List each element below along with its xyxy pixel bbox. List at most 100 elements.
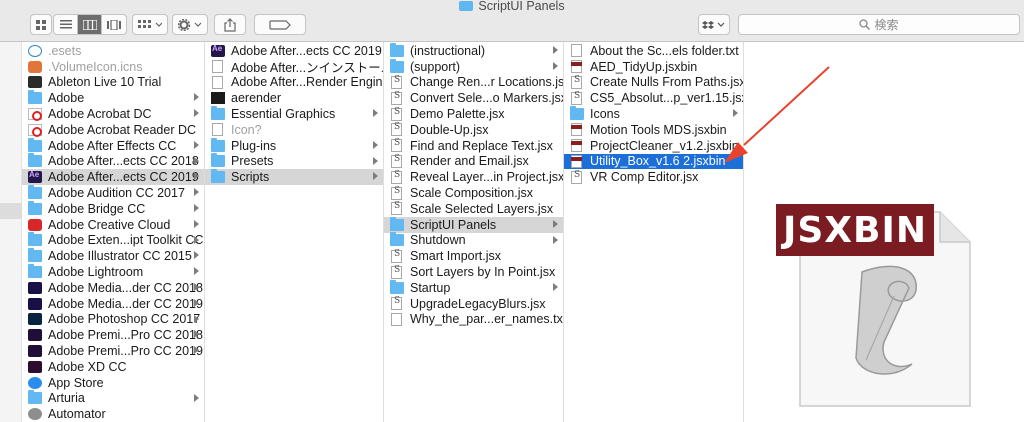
view-list-button[interactable]	[54, 15, 78, 34]
folder-icon	[211, 106, 225, 121]
chevron-right-icon	[194, 235, 199, 244]
folder-icon	[390, 42, 404, 57]
tags-button[interactable]	[254, 14, 306, 35]
jsx-icon	[391, 91, 402, 105]
chevron-right-icon	[194, 298, 199, 307]
list-item[interactable]: Icons	[564, 106, 743, 122]
group-by-button[interactable]	[132, 14, 168, 35]
list-item[interactable]: Adobe After...ects CC 2019	[22, 169, 204, 186]
chevron-right-icon	[194, 172, 199, 181]
list-item[interactable]: Adobe Bridge CC	[22, 200, 204, 217]
list-item-label: Adobe Bridge CC	[48, 201, 146, 216]
chevron-right-icon	[373, 109, 378, 118]
search-icon	[859, 19, 871, 30]
folder-icon	[570, 106, 584, 121]
list-item[interactable]: .VolumeIcon.icns	[22, 59, 204, 75]
folder-icon	[28, 200, 42, 215]
list-item[interactable]: Adobe Exten...ipt Toolkit CC	[22, 232, 204, 249]
esets-icon	[28, 44, 42, 57]
column-scriptui-panels: About the Sc...els folder.txt AED_TidyUp.…	[564, 42, 744, 422]
list-item[interactable]: Scale Composition.jsx	[384, 185, 563, 201]
list-item[interactable]: App Store	[22, 375, 204, 391]
folder-icon	[28, 248, 42, 263]
list-item[interactable]: Reveal Layer...in Project.jsx	[384, 169, 563, 185]
view-column-button[interactable]	[78, 15, 102, 34]
list-item[interactable]: Plug-ins	[205, 137, 383, 154]
list-item[interactable]: CS5_Absolut...p_ver1.15.jsx	[564, 90, 743, 106]
list-item[interactable]: Demo Palette.jsx	[384, 106, 563, 122]
list-item[interactable]: Scale Selected Layers.jsx	[384, 201, 563, 217]
list-item[interactable]: Find and Replace Text.jsx	[384, 138, 563, 154]
chevron-right-icon	[194, 393, 199, 402]
list-item-label: Adobe	[48, 91, 85, 106]
list-item[interactable]: Icon?	[205, 122, 383, 138]
list-item[interactable]: About the Sc...els folder.txt	[564, 43, 743, 59]
chevron-right-icon	[194, 330, 199, 339]
list-item[interactable]: aerender	[205, 90, 383, 106]
list-item[interactable]: Adobe Premi...Pro CC 2018	[22, 327, 204, 343]
list-item[interactable]: .esets	[22, 43, 204, 59]
list-item[interactable]: Essential Graphics	[205, 106, 383, 122]
list-item[interactable]: Adobe Lightroom	[22, 264, 204, 280]
list-item[interactable]: Shutdown	[384, 232, 563, 249]
list-item[interactable]: (support)	[384, 58, 563, 75]
search-field[interactable]: 検索	[738, 14, 1020, 35]
folder-icon	[28, 90, 42, 105]
list-item[interactable]: Double-Up.jsx	[384, 122, 563, 138]
list-item[interactable]: Startup	[384, 279, 563, 296]
back-button[interactable]	[30, 14, 52, 35]
share-button[interactable]	[214, 14, 246, 35]
chevron-right-icon	[194, 203, 199, 212]
list-item[interactable]: Adobe Acrobat DC	[22, 106, 204, 122]
list-item[interactable]: AED_TidyUp.jsxbin	[564, 59, 743, 75]
list-item[interactable]: Adobe XD CC	[22, 359, 204, 375]
list-item[interactable]: Sort Layers by In Point.jsx	[384, 264, 563, 280]
list-item[interactable]: Adobe Creative Cloud	[22, 217, 204, 233]
list-item[interactable]: Adobe Illustrator CC 2015	[22, 248, 204, 264]
column-scripts: (instructional)(support)Change Ren...r L…	[384, 42, 564, 422]
list-item[interactable]: Adobe After...Render Engine	[205, 75, 383, 91]
list-item[interactable]: Utility_Box_v1.6 2.jsxbin	[564, 153, 743, 170]
list-item[interactable]: Motion Tools MDS.jsxbin	[564, 122, 743, 138]
list-item-label: Adobe Lightroom	[48, 265, 144, 280]
list-item[interactable]: UpgradeLegacyBlurs.jsx	[384, 296, 563, 312]
dropbox-button[interactable]	[698, 14, 730, 35]
list-item[interactable]: Presets	[205, 153, 383, 170]
list-item[interactable]: Smart Import.jsx	[384, 248, 563, 264]
list-item[interactable]: (instructional)	[384, 42, 563, 59]
list-item[interactable]: Adobe	[22, 90, 204, 106]
view-gallery-button[interactable]	[102, 15, 126, 34]
list-item[interactable]: Render and Email.jsx	[384, 154, 563, 170]
list-item[interactable]: ScriptUI Panels	[384, 216, 563, 233]
list-item[interactable]: Adobe Photoshop CC 2017	[22, 312, 204, 328]
chevron-right-icon	[553, 282, 558, 291]
list-item[interactable]: Adobe Premi...Pro CC 2019	[22, 343, 204, 359]
pdf-icon	[28, 108, 42, 122]
list-item[interactable]: Adobe Media...der CC 2019	[22, 296, 204, 312]
list-item-label: Adobe After...ects CC 2018	[48, 154, 199, 169]
list-item[interactable]: Create Nulls From Paths.jsx	[564, 75, 743, 91]
list-item[interactable]: Adobe Acrobat Reader DC	[22, 122, 204, 138]
list-item[interactable]: Arturia	[22, 390, 204, 407]
list-item[interactable]: VR Comp Editor.jsx	[564, 169, 743, 185]
action-menu-button[interactable]	[172, 14, 208, 35]
chevron-right-icon	[553, 61, 558, 70]
list-item[interactable]: Convert Sele...o Markers.jsx	[384, 90, 563, 106]
list-item[interactable]: Adobe After...ンインストール	[205, 59, 383, 75]
list-item[interactable]: Ableton Live 10 Trial	[22, 75, 204, 91]
list-item[interactable]: Automator	[22, 406, 204, 422]
list-item[interactable]: Adobe After Effects CC	[22, 137, 204, 154]
folder-icon	[390, 279, 404, 294]
chevron-right-icon	[553, 219, 558, 228]
list-item[interactable]: ProjectCleaner_v1.2.jsxbin	[564, 138, 743, 154]
list-item-label: Adobe Photoshop CC 2017	[48, 312, 201, 327]
list-item[interactable]: Adobe Audition CC 2017	[22, 185, 204, 201]
list-item[interactable]: Scripts	[205, 169, 383, 186]
list-item[interactable]: Adobe Media...der CC 2018	[22, 280, 204, 296]
sidebar-selected-item[interactable]	[0, 203, 22, 219]
view-mode-control[interactable]	[53, 14, 127, 35]
list-item[interactable]: Adobe After...ects CC 2018	[22, 153, 204, 170]
list-item[interactable]: Change Ren...r Locations.jsx	[384, 75, 563, 91]
document-icon	[391, 312, 402, 326]
list-item[interactable]: Why_the_par...er_names.txt	[384, 312, 563, 328]
